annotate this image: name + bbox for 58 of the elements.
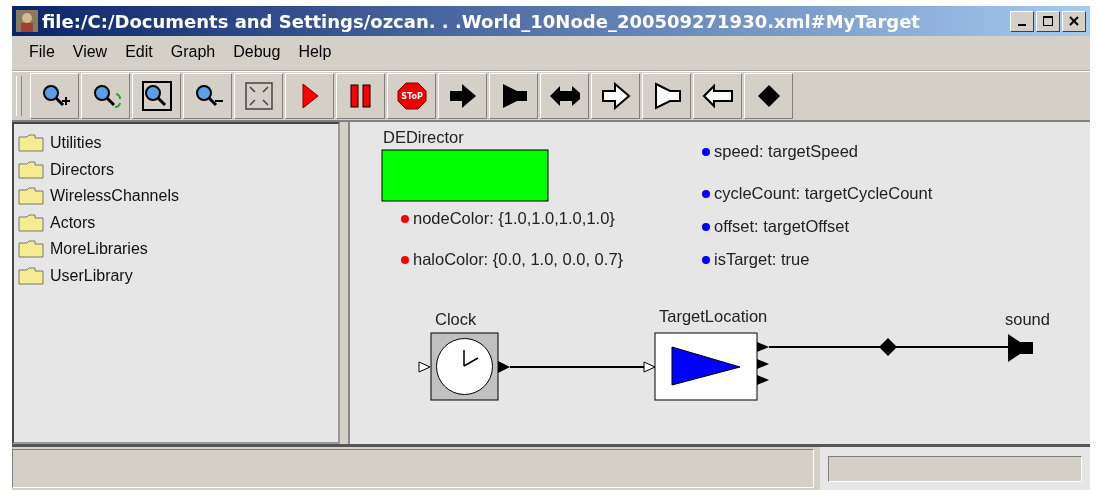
menu-item[interactable]: View: [63, 43, 117, 61]
target-location-actor[interactable]: [643, 332, 769, 401]
director-block[interactable]: [381, 149, 549, 202]
parameter-text[interactable]: nodeColor: {1.0,1.0,1.0,1.0}: [413, 209, 615, 227]
maximize-button[interactable]: [1036, 10, 1060, 32]
toolbar-button[interactable]: [489, 73, 538, 119]
parameter-text[interactable]: isTarget: true: [714, 250, 810, 268]
actor-label: sound: [1005, 310, 1050, 328]
parameter-text[interactable]: haloColor: {0.0, 1.0, 0.0, 0.7}: [413, 250, 624, 268]
library-item[interactable]: WirelessChannels: [50, 187, 179, 206]
toolbar-button[interactable]: [744, 73, 793, 119]
toolbar-button[interactable]: [336, 73, 385, 119]
app-icon: [16, 10, 38, 32]
close-button[interactable]: [1062, 10, 1086, 32]
maximize-icon: [1043, 16, 1053, 26]
menu-item[interactable]: Help: [289, 43, 341, 61]
menu-item[interactable]: Graph: [161, 43, 225, 61]
parameter-text[interactable]: speed: targetSpeed: [714, 142, 859, 160]
menu-item[interactable]: File: [20, 43, 64, 61]
minimize-icon: [1018, 23, 1026, 26]
menu-item[interactable]: Debug: [224, 43, 290, 61]
menu-item[interactable]: Edit: [116, 43, 162, 61]
library-item[interactable]: Actors: [50, 213, 96, 232]
toolbar-button[interactable]: [183, 73, 232, 119]
zoom-fit-icon: [139, 81, 174, 111]
toolbar-button[interactable]: [438, 73, 487, 119]
toolbar-button[interactable]: [132, 73, 181, 119]
outlined-arrow-icon: [700, 81, 735, 111]
director-label: DEDirector: [383, 128, 464, 146]
close-icon: [1069, 16, 1079, 26]
folder-icon: [18, 160, 44, 179]
output-port-icon[interactable]: [1008, 334, 1033, 362]
toolbar-button[interactable]: [81, 73, 130, 119]
toolbar-button[interactable]: [540, 73, 589, 119]
toolbar-button[interactable]: [642, 73, 691, 119]
library-item[interactable]: Directors: [50, 160, 114, 179]
folder-icon: [18, 240, 44, 259]
stop-button[interactable]: SToP: [387, 73, 436, 119]
folder-icon: [18, 134, 44, 153]
relation-diamond[interactable]: [879, 338, 897, 356]
clock-actor[interactable]: [418, 332, 510, 401]
toolbar-button[interactable]: [285, 73, 334, 119]
library-item[interactable]: MoreLibraries: [50, 240, 148, 259]
stop-sign-icon: SToP: [394, 81, 429, 111]
toolbar-button[interactable]: [30, 73, 79, 119]
library-item[interactable]: Utilities: [50, 134, 102, 153]
folder-icon: [18, 187, 44, 206]
toolbar-button[interactable]: [693, 73, 742, 119]
actor-label: Clock: [435, 310, 477, 328]
toolbar-button[interactable]: [591, 73, 640, 119]
parameter-text[interactable]: offset: targetOffset: [714, 217, 850, 235]
parameter-text[interactable]: cycleCount: targetCycleCount: [714, 184, 933, 202]
folder-icon: [18, 213, 44, 232]
minimize-button[interactable]: [1010, 10, 1034, 32]
folder-icon: [18, 266, 44, 285]
actor-label: TargetLocation: [659, 307, 768, 325]
library-item[interactable]: UserLibrary: [50, 266, 133, 285]
window-title: file:/C:/Documents and Settings/ozcan. . .World_10Node_200509271930.xml#MyTarget: [42, 10, 921, 32]
